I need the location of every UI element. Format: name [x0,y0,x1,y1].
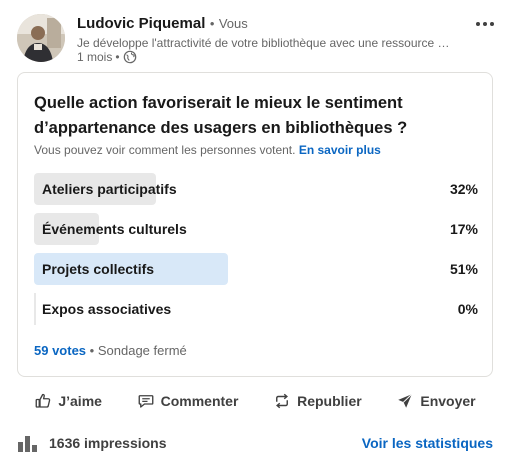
poll-status: Sondage fermé [97,343,187,358]
poll-option-label: Ateliers participatifs [42,181,177,197]
poll-option-percent: 17% [449,221,478,237]
more-options-button[interactable] [473,12,497,36]
votes-count-link[interactable]: 59 votes [34,343,86,358]
author-line: Ludovic Piquemal • Vous [77,14,248,34]
comment-icon [138,395,154,408]
like-label: J’aime [58,393,102,409]
poll-question: Quelle action favoriserait le mieux le s… [34,94,408,137]
send-label: Envoyer [420,393,476,409]
avatar-photo [17,14,65,62]
poll-option-bar [34,293,36,325]
poll-option-evenements[interactable]: Événements culturels 17% [34,213,478,245]
post-time: 1 mois [77,50,113,64]
repost-icon [276,393,289,409]
poll-option-projets[interactable]: Projets collectifs 51% [34,253,478,285]
like-button[interactable]: J’aime [28,386,108,416]
author-separator: • [209,16,215,31]
author-name[interactable]: Ludovic Piquemal [77,15,205,32]
impressions[interactable]: 1636 impressions [17,434,167,452]
repost-label: Republier [297,393,362,409]
author-badge: Vous [218,16,248,31]
poll-option-percent: 32% [449,181,478,197]
comment-label: Commenter [160,393,239,409]
poll-option-ateliers[interactable]: Ateliers participatifs 32% [34,173,478,205]
poll-option-label: Expos associatives [42,301,172,317]
repost-button[interactable]: Republier [267,386,368,416]
globe-icon [123,50,136,64]
poll-voters-note: Vous pouvez voir comment les personnes v… [34,143,381,157]
social-actions-bar: J’aime Commenter Republier Envoyer [17,386,493,416]
voters-note-text: Vous pouvez voir comment les personnes v… [34,143,296,157]
poll-option-expos[interactable]: Expos associatives 0% [34,293,478,325]
send-icon [398,393,413,408]
poll-status-separator: • [89,343,95,358]
impressions-count: 1636 impressions [49,435,167,451]
poll-option-label: Projets collectifs [42,261,155,277]
comment-button[interactable]: Commenter [131,386,245,416]
see-statistics-link[interactable]: Voir les statistiques [362,435,493,451]
avatar[interactable] [17,14,65,62]
bar-chart-icon [18,436,37,452]
post-header: Ludovic Piquemal • Vous Je développe l'a… [17,14,497,66]
poll-option-percent: 51% [449,261,478,277]
meta-separator: • [115,50,120,64]
ellipsis-icon [476,22,494,26]
poll-footer: 59 votes • Sondage fermé [34,343,187,358]
poll-option-label: Événements culturels [42,221,187,237]
post-stats: 1636 impressions Voir les statistiques [17,432,493,456]
send-button[interactable]: Envoyer [390,386,481,416]
learn-more-link[interactable]: En savoir plus [299,143,381,157]
thumbs-up-icon [35,393,51,408]
post-meta: 1 mois • [77,49,137,65]
poll-card: Quelle action favoriserait le mieux le s… [17,72,493,377]
poll-option-percent: 0% [457,301,478,317]
